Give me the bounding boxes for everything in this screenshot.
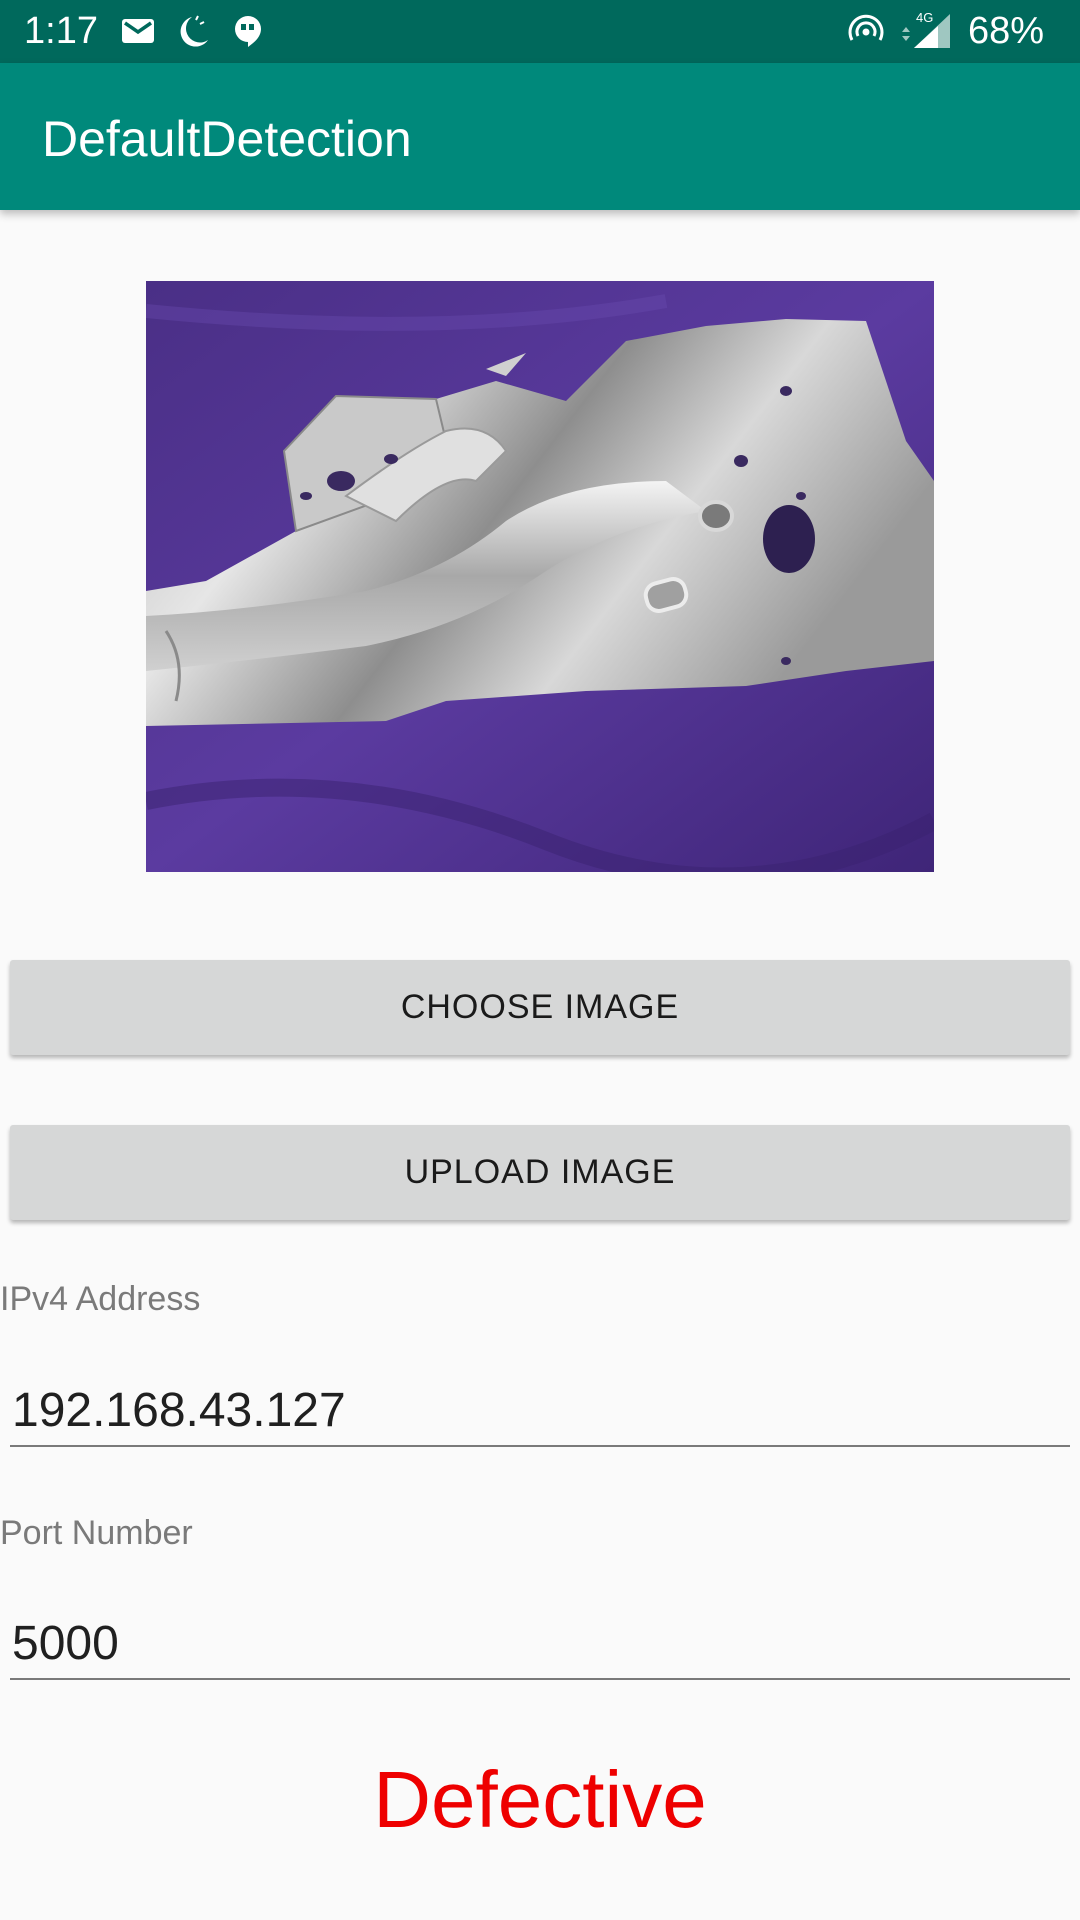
port-number-label: Port Number bbox=[0, 1514, 193, 1552]
detection-result: Defective bbox=[373, 1755, 707, 1844]
selected-image bbox=[146, 281, 934, 872]
do-not-disturb-moon-icon bbox=[180, 15, 208, 47]
app-bar: DefaultDetection bbox=[0, 63, 1080, 210]
hangouts-icon bbox=[235, 16, 261, 47]
hotspot-icon bbox=[848, 14, 884, 41]
signal-4g-icon: 4G bbox=[902, 10, 950, 48]
ip-address-input[interactable]: 192.168.43.127 bbox=[10, 1375, 1070, 1447]
status-time: 1:17 bbox=[24, 10, 98, 52]
choose-image-button[interactable]: CHOOSE IMAGE bbox=[10, 960, 1070, 1055]
upload-image-button[interactable]: UPLOAD IMAGE bbox=[10, 1125, 1070, 1220]
app-title: DefaultDetection bbox=[42, 111, 412, 167]
status-bar: 1:17 4G 68% bbox=[0, 0, 1080, 63]
ip-address-label: IPv4 Address bbox=[0, 1280, 201, 1318]
port-number-input[interactable]: 5000 bbox=[10, 1608, 1070, 1680]
network-type-label: 4G bbox=[916, 10, 933, 25]
gmail-icon bbox=[122, 19, 154, 43]
battery-percentage: 68% bbox=[967, 10, 1044, 52]
